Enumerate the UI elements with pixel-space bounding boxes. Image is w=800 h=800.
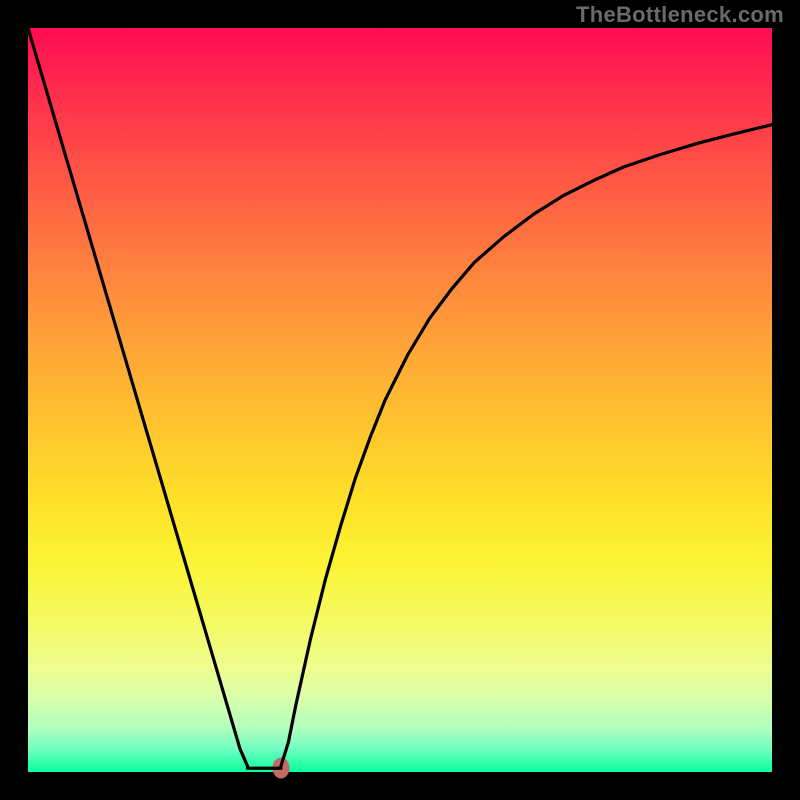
curve-left-branch (28, 28, 247, 766)
bottleneck-curve (28, 28, 772, 772)
watermark-text: TheBottleneck.com (576, 2, 784, 28)
chart-frame: TheBottleneck.com (0, 0, 800, 800)
curve-right-branch (281, 125, 772, 766)
